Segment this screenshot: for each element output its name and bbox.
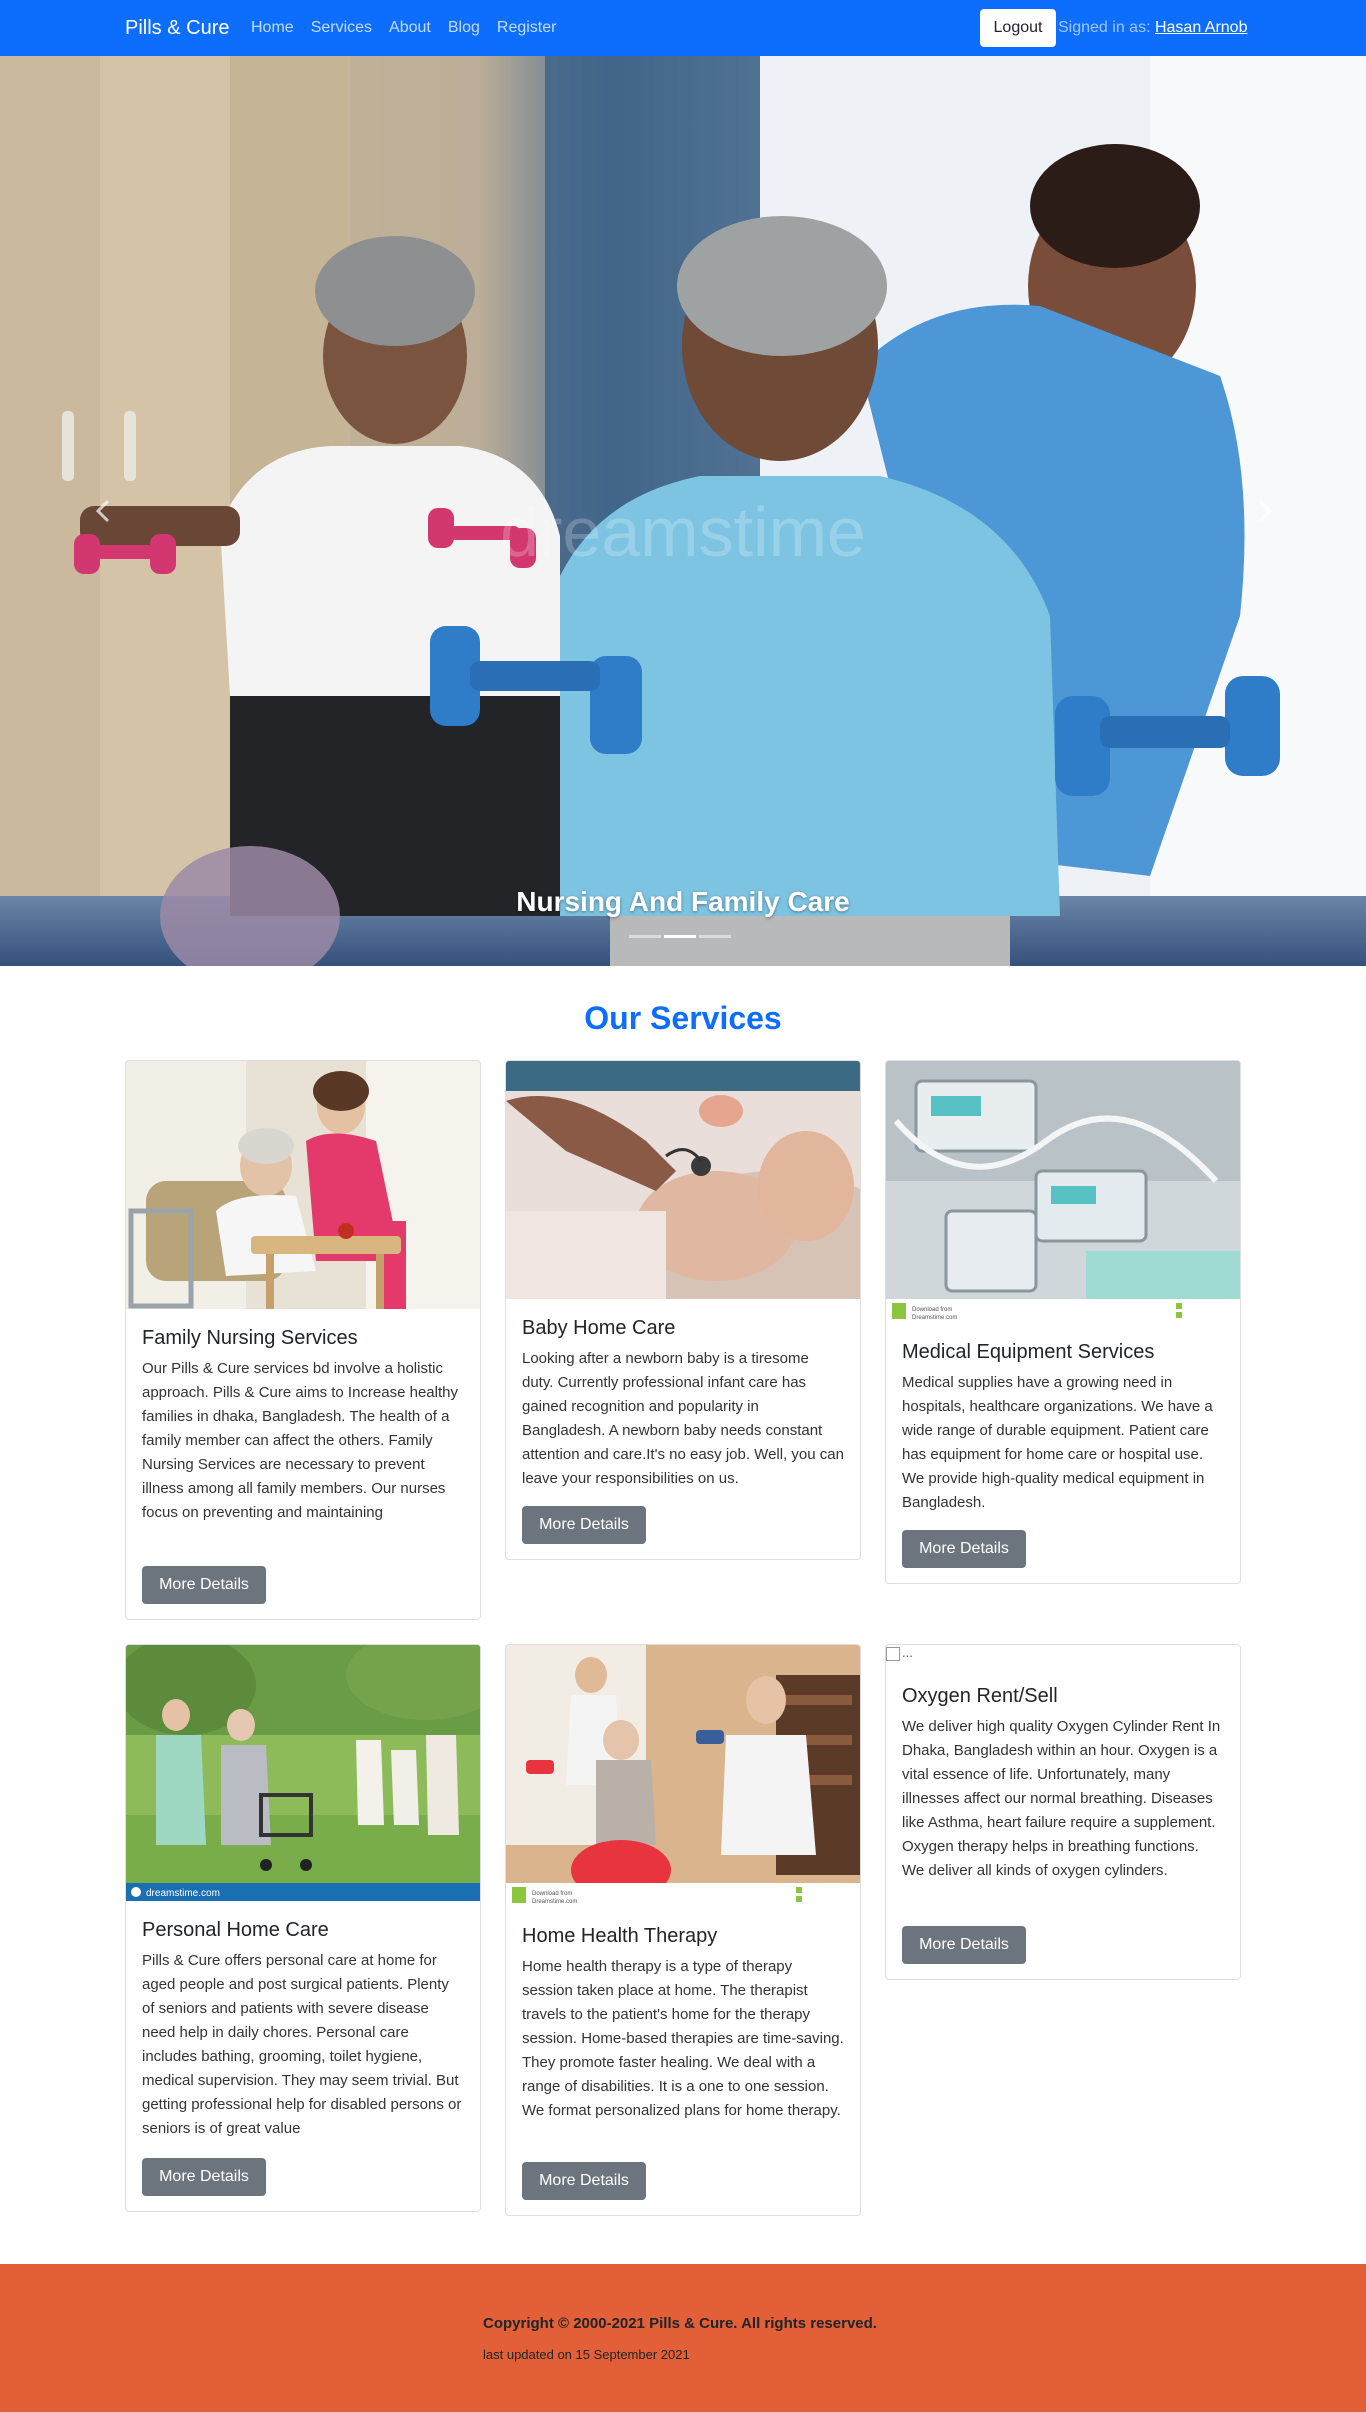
hero-carousel: dreamstime Nursing And Family Care — [0, 56, 1366, 966]
carousel-next-button[interactable] — [1244, 476, 1284, 536]
card-text: Home health therapy is a type of therapy… — [522, 1958, 844, 2119]
card-title: Personal Home Care — [142, 1919, 329, 1941]
user-name-link[interactable]: Hasan Arnob — [1155, 19, 1248, 36]
carousel-indicators — [629, 935, 731, 938]
service-card-medical-equipment: Download from Dreamstime.com Medical Equ… — [885, 1060, 1241, 1584]
carousel-caption: Nursing And Family Care — [516, 886, 850, 917]
more-details-button[interactable]: More Details — [902, 1926, 1026, 1964]
service-card-baby-home-care: Baby Home Care Looking after a newborn b… — [505, 1060, 861, 1560]
personal-home-care-image: dreamstime.com — [126, 1645, 480, 1901]
last-updated-text: last updated on 15 September 2021 — [483, 2347, 690, 2362]
carousel-prev-button[interactable] — [82, 476, 122, 536]
brand-logo-text[interactable]: Pills & Cure — [125, 16, 229, 40]
svg-text:Dreamstime.com: Dreamstime.com — [532, 1899, 577, 1905]
signed-in-label: Signed in as: — [1058, 19, 1151, 36]
card-title: Oxygen Rent/Sell — [902, 1685, 1058, 1707]
more-details-button[interactable]: More Details — [902, 1530, 1026, 1568]
card-title: Home Health Therapy — [522, 1925, 718, 1947]
svg-text:Download from: Download from — [912, 1307, 952, 1313]
card-text: Looking after a newborn baby is a tireso… — [522, 1350, 844, 1487]
card-text: Medical supplies have a growing need in … — [902, 1374, 1213, 1511]
service-card-family-nursing: Family Nursing Services Our Pills & Cure… — [125, 1060, 481, 1620]
services-heading: Our Services — [584, 1000, 782, 1036]
nav-link-home[interactable]: Home — [251, 18, 294, 38]
nav-link-services[interactable]: Services — [311, 18, 372, 38]
card-title: Medical Equipment Services — [902, 1341, 1155, 1363]
service-card-personal-home-care: dreamstime.com Personal Home Care Pills … — [125, 1644, 481, 2212]
broken-image-icon — [886, 1646, 900, 1661]
signed-in-text: Signed in as: Hasan Arnob — [1058, 18, 1247, 38]
more-details-button[interactable]: More Details — [142, 1566, 266, 1604]
card-text: Our Pills & Cure services bd involve a h… — [142, 1360, 458, 1521]
card-title: Family Nursing Services — [142, 1327, 358, 1349]
more-details-button[interactable]: More Details — [522, 1506, 646, 1544]
nav-links: Home Services About Blog Register — [251, 18, 573, 38]
top-navbar: Pills & Cure Home Services About Blog Re… — [0, 0, 1366, 56]
more-details-button[interactable]: More Details — [522, 2162, 646, 2200]
logout-button[interactable]: Logout — [980, 9, 1056, 47]
carousel-indicator-2[interactable] — [664, 935, 696, 938]
watermark-brand-text: dreamstime.com — [146, 1888, 220, 1899]
family-nursing-image — [126, 1061, 480, 1309]
nav-link-register[interactable]: Register — [497, 18, 557, 38]
broken-image-placeholder: ... — [886, 1645, 1240, 1667]
card-text: Pills & Cure offers personal care at hom… — [142, 1952, 462, 2137]
card-title: Baby Home Care — [522, 1317, 676, 1339]
broken-image-alt: ... — [902, 1645, 913, 1660]
home-health-therapy-image: Download from Dreamstime.com — [506, 1645, 860, 1907]
service-card-home-health-therapy: Download from Dreamstime.com Home Health… — [505, 1644, 861, 2216]
page-footer: Copyright © 2000-2021 Pills & Cure. All … — [0, 2264, 1366, 2412]
hero-image-elderly-exercise: dreamstime — [0, 56, 1366, 966]
medical-equipment-image: Download from Dreamstime.com — [886, 1061, 1240, 1323]
baby-home-care-image — [506, 1061, 860, 1299]
service-card-oxygen-rent-sell: ... Oxygen Rent/Sell We deliver high qua… — [885, 1644, 1241, 1980]
carousel-indicator-3[interactable] — [699, 935, 731, 938]
copyright-text: Copyright © 2000-2021 Pills & Cure. All … — [483, 2315, 877, 2332]
more-details-button[interactable]: More Details — [142, 2158, 266, 2196]
svg-text:Download from: Download from — [532, 1891, 572, 1897]
carousel-indicator-1[interactable] — [629, 935, 661, 938]
svg-text:Dreamstime.com: Dreamstime.com — [912, 1315, 957, 1321]
svg-text:dreamstime: dreamstime — [500, 493, 866, 571]
nav-link-about[interactable]: About — [389, 18, 431, 38]
nav-link-blog[interactable]: Blog — [448, 18, 480, 38]
card-text: We deliver high quality Oxygen Cylinder … — [902, 1718, 1221, 1879]
